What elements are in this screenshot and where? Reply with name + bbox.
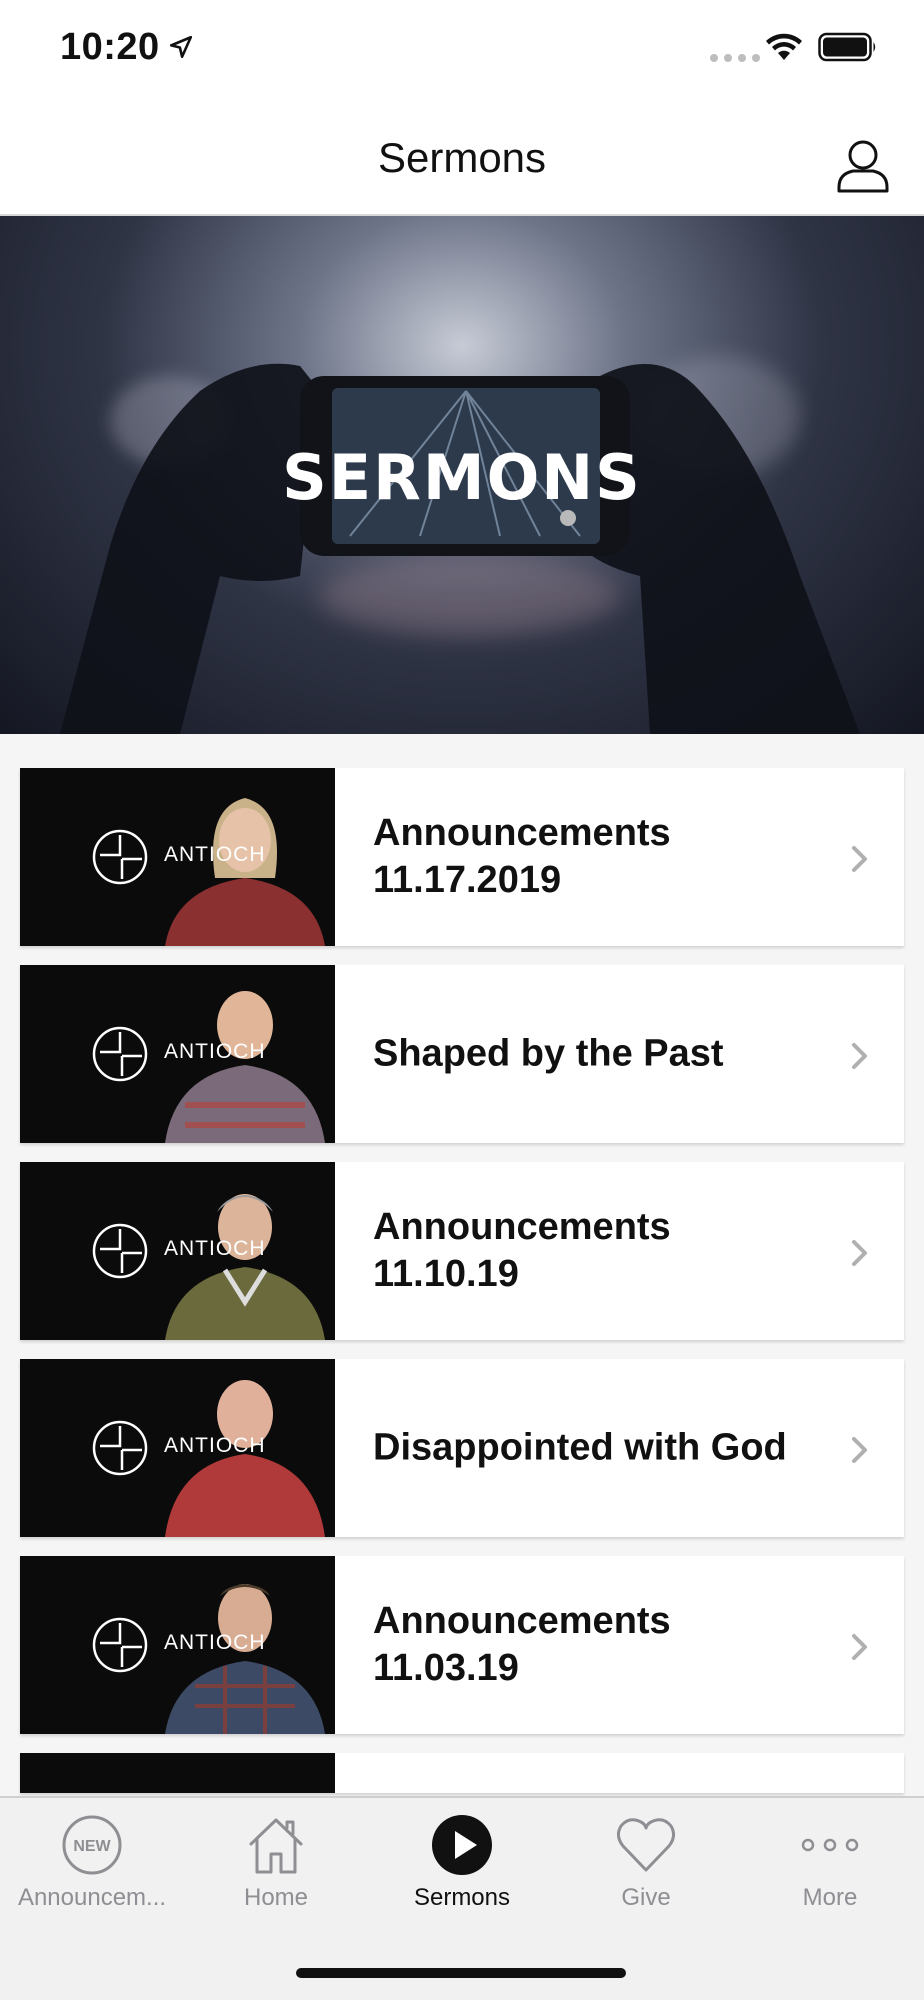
sermon-thumbnail: ANTIOCH xyxy=(20,965,335,1143)
chevron-right-icon xyxy=(852,846,867,872)
antioch-logo-icon xyxy=(92,1617,148,1673)
antioch-logo-icon xyxy=(92,1223,148,1279)
brand-text: ANTIOCH xyxy=(164,1631,266,1654)
sermon-list-item[interactable] xyxy=(20,1753,904,1793)
sermon-list-item[interactable]: ANTIOCH Shaped by the Past xyxy=(20,965,904,1143)
tab-label: More xyxy=(802,1884,858,1911)
sermon-title: Disappointed with God xyxy=(373,1426,787,1469)
brand-text: ANTIOCH xyxy=(164,1237,266,1260)
brand-text: ANTIOCH xyxy=(164,1040,266,1063)
brand-text: ANTIOCH xyxy=(164,843,266,866)
sermon-list-item[interactable]: ANTIOCH Announcements 11.03.19 xyxy=(20,1556,904,1734)
more-dots-icon xyxy=(801,1838,859,1852)
sermon-list-item[interactable]: ANTIOCH Announcements 11.10.19 xyxy=(20,1162,904,1340)
nav-header: Sermons xyxy=(0,100,924,216)
sermon-list-item[interactable]: ANTIOCH Announcements 11.17.2019 xyxy=(20,768,904,946)
profile-icon[interactable] xyxy=(836,138,890,194)
sermon-thumbnail: ANTIOCH xyxy=(20,1162,335,1340)
sermon-title: Announcements 11.03.19 xyxy=(373,1600,671,1689)
location-arrow-icon xyxy=(169,35,193,59)
sermon-thumbnail xyxy=(20,1753,335,1793)
sermon-thumbnail: ANTIOCH xyxy=(20,1556,335,1734)
tab-label: Home xyxy=(243,1884,309,1911)
tab-label: Give xyxy=(621,1884,671,1911)
antioch-logo-icon xyxy=(92,1420,148,1476)
sermon-thumbnail: ANTIOCH xyxy=(20,1359,335,1537)
brand-text: ANTIOCH xyxy=(164,1434,266,1457)
chevron-right-icon xyxy=(852,1240,867,1266)
sermon-title: Announcements 11.10.19 xyxy=(373,1206,671,1295)
tab-label: Sermons xyxy=(413,1884,511,1911)
battery-icon xyxy=(818,32,876,62)
play-circle-icon xyxy=(432,1815,492,1875)
cellular-signal-icon xyxy=(710,54,760,62)
home-icon xyxy=(249,1818,303,1874)
antioch-logo-icon xyxy=(92,1026,148,1082)
home-indicator xyxy=(296,1968,626,1978)
status-bar: 10:20 xyxy=(0,0,924,100)
sermon-title: Shaped by the Past xyxy=(373,1032,724,1075)
tab-sermons[interactable]: Sermons xyxy=(370,1814,554,1924)
antioch-logo-icon xyxy=(92,829,148,885)
tab-announcements[interactable]: NEW Announcem... xyxy=(0,1814,184,1924)
hero-title: SERMONS xyxy=(282,441,642,514)
hero-banner: SERMONS xyxy=(0,216,924,734)
tab-give[interactable]: Give xyxy=(554,1814,738,1924)
chevron-right-icon xyxy=(852,1043,867,1069)
chevron-right-icon xyxy=(852,1437,867,1463)
tab-home[interactable]: Home xyxy=(184,1814,368,1924)
status-time: 10:20 xyxy=(60,26,160,68)
sermon-list-item[interactable]: ANTIOCH Disappointed with God xyxy=(20,1359,904,1537)
wifi-icon xyxy=(766,33,802,60)
svg-text:NEW: NEW xyxy=(73,1838,111,1855)
page-title: Sermons xyxy=(377,134,547,181)
sermon-title: Announcements 11.17.2019 xyxy=(373,812,671,901)
chevron-right-icon xyxy=(852,1634,867,1660)
new-badge-icon: NEW xyxy=(62,1815,122,1875)
tab-more[interactable]: More xyxy=(738,1814,922,1924)
tab-label: Announcem... xyxy=(17,1884,167,1911)
sermon-list: ANTIOCH Announcements 11.17.2019 ANTIOCH… xyxy=(20,768,904,1812)
heart-icon xyxy=(616,1818,676,1872)
sermon-thumbnail: ANTIOCH xyxy=(20,768,335,946)
